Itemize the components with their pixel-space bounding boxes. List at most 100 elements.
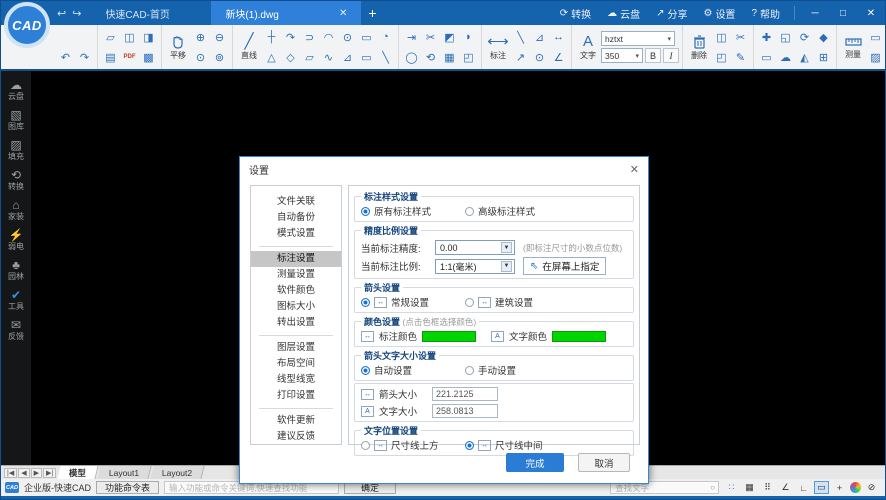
sidebar-item-home[interactable]: ⌂家装 <box>1 197 31 224</box>
dynamic-input-icon[interactable]: ▭ <box>814 481 829 494</box>
scale-select[interactable]: 1:1(毫米) ▼ <box>435 259 515 274</box>
draw-icon-0-5[interactable]: ▭ <box>357 27 376 47</box>
dialog-menu-item[interactable]: 自动备份 <box>251 210 341 226</box>
transform-icon-1-1[interactable]: ☁ <box>776 47 795 67</box>
layout-nav-1[interactable]: ◀ <box>18 468 29 478</box>
radio-advanced-style[interactable]: 高级标注样式 <box>465 204 569 218</box>
measure-icon-1-0[interactable]: ▨ <box>866 47 885 67</box>
draw-icon-1-6[interactable]: ╲ <box>376 47 395 67</box>
sidebar-item-cloud[interactable]: ☁云盘 <box>1 77 31 104</box>
layout-tab-Layout1[interactable]: Layout1 <box>98 466 152 479</box>
color-wheel-icon[interactable]: ◉ <box>850 482 861 493</box>
radio-normal-arrow[interactable]: ↔ 常规设置 <box>361 295 465 309</box>
draw-icon-1-4[interactable]: ⊿ <box>338 47 357 67</box>
file-icon-0-0[interactable]: ▱ <box>101 27 120 47</box>
sidebar-item-garden[interactable]: ♣园林 <box>1 257 31 284</box>
modify-icon-0-3[interactable]: ◗ <box>459 27 478 47</box>
layout-nav-0[interactable]: |◀ <box>4 468 17 478</box>
cancel-button[interactable]: 取消 <box>578 453 630 472</box>
modify-icon-0-0[interactable]: ⇥ <box>402 27 421 47</box>
transform-icon-0-2[interactable]: ⟳ <box>795 27 814 47</box>
pan-zoom-icon-1-1[interactable]: ⊚ <box>210 47 229 67</box>
dialog-menu-item[interactable]: 线型线宽 <box>251 372 341 388</box>
file-icon-0-1[interactable]: ◫ <box>120 27 139 47</box>
clipboard-icon-1-1[interactable]: ✎ <box>731 47 750 67</box>
clipboard-icon-0-0[interactable]: ◫ <box>712 27 731 47</box>
history-icon-1-0[interactable]: ↶ <box>56 47 75 67</box>
dimension-icon-1-2[interactable]: ∠ <box>549 47 568 67</box>
transform-icon-1-0[interactable]: ▭ <box>757 47 776 67</box>
dialog-menu-item[interactable]: 软件颜色 <box>251 283 341 299</box>
sidebar-item-gallery[interactable]: ▧图库 <box>1 107 31 134</box>
ortho-icon[interactable]: ∟ <box>796 481 811 494</box>
draw-icon-0-4[interactable]: ⊙ <box>338 27 357 47</box>
pan-zoom-icon-1-0[interactable]: ⊙ <box>191 47 210 67</box>
transform-icon-0-1[interactable]: ◱ <box>776 27 795 47</box>
dot-grid-icon[interactable]: ⠿ <box>760 481 775 494</box>
arrow-size-input[interactable] <box>432 387 498 401</box>
caret-down-icon[interactable]: ▼ <box>501 261 512 272</box>
back-icon[interactable]: ↩ <box>57 7 66 20</box>
sidebar-item-electric[interactable]: ⚡弱电 <box>1 227 31 254</box>
file-icon-0-2[interactable]: ◨ <box>139 27 158 47</box>
text-size-input[interactable] <box>432 404 498 418</box>
radio-text-above-line[interactable]: ↔ 尺寸线上方 <box>361 438 465 452</box>
transform-icon-0-3[interactable]: ◆ <box>814 27 833 47</box>
draw-icon-1-3[interactable]: ∿ <box>319 47 338 67</box>
dimension-big[interactable]: ⟷标注 <box>485 34 511 60</box>
title-tab-1[interactable]: 新块(1).dwg✕ <box>211 1 361 25</box>
titlebar-share-button[interactable]: ↗分享 <box>648 1 695 25</box>
command-list-button[interactable]: 功能命令表 <box>96 481 159 494</box>
dialog-menu-item[interactable]: 模式设置 <box>251 226 341 242</box>
history-icon-1-1[interactable]: ↷ <box>75 47 94 67</box>
modify-icon-0-2[interactable]: ◩ <box>440 27 459 47</box>
draw-icon-0-0[interactable]: ┼ <box>262 27 281 47</box>
object-snap-icon[interactable]: ∷ <box>724 481 739 494</box>
titlebar-help-button[interactable]: ?帮助 <box>743 1 788 25</box>
pick-on-screen-button[interactable]: ⇖ 在屏幕上指定 <box>523 257 606 275</box>
draw-icon-1-1[interactable]: ◇ <box>281 47 300 67</box>
pan-zoom-icon-0-1[interactable]: ⊖ <box>210 27 229 47</box>
grid-icon[interactable]: ▦ <box>742 481 757 494</box>
draw-icon-0-1[interactable]: ↷ <box>281 27 300 47</box>
draw-icon-1-0[interactable]: △ <box>262 47 281 67</box>
draw-icon-0-3[interactable]: ◠ <box>319 27 338 47</box>
dimension-icon-1-1[interactable]: ⊙ <box>530 47 549 67</box>
dialog-menu-item[interactable]: 图标大小 <box>251 299 341 315</box>
dimension-icon-0-2[interactable]: ↔ <box>549 27 568 47</box>
modify-icon-1-3[interactable]: ◰ <box>459 47 478 67</box>
italic-button[interactable]: I <box>663 48 679 63</box>
layout-nav-3[interactable]: ▶| <box>43 468 56 478</box>
layout-tab-模型[interactable]: 模型 <box>58 466 99 479</box>
dialog-menu-item[interactable]: 文件关联 <box>251 194 341 210</box>
measure-icon-0-0[interactable]: ▭ <box>866 27 885 47</box>
dialog-menu-item[interactable]: 测量设置 <box>251 267 341 283</box>
close-button[interactable]: ✕ <box>857 1 885 25</box>
polar-tracking-icon[interactable]: ∠ <box>778 481 793 494</box>
clipboard-big[interactable]: 删除 <box>686 34 712 60</box>
modify-icon-1-2[interactable]: ▦ <box>440 47 459 67</box>
file-icon-1-2[interactable]: ▩ <box>139 47 158 67</box>
modify-icon-1-1[interactable]: ⟲ <box>421 47 440 67</box>
text-color-swatch[interactable] <box>552 331 606 342</box>
sidebar-item-feedback[interactable]: ✉反馈 <box>1 317 31 344</box>
draw-big[interactable]: ╱直线 <box>236 34 262 60</box>
layout-tab-Layout2[interactable]: Layout2 <box>151 466 205 479</box>
dialog-menu-item[interactable]: 布局空间 <box>251 356 341 372</box>
titlebar-convert-button[interactable]: ⟳转换 <box>552 1 599 25</box>
radio-auto-size[interactable]: 自动设置 <box>361 363 465 377</box>
radio-architectural-arrow[interactable]: ↔ 建筑设置 <box>465 295 569 309</box>
sidebar-item-tools[interactable]: ✔工具 <box>1 287 31 314</box>
clipboard-icon-0-1[interactable]: ✂ <box>731 27 750 47</box>
transform-icon-0-0[interactable]: ✚ <box>757 27 776 47</box>
file-icon-1-1[interactable]: PDF <box>120 47 139 67</box>
link-icon[interactable]: ⊘ <box>864 481 879 494</box>
dimension-icon-0-1[interactable]: ⊿ <box>530 27 549 47</box>
clipboard-icon-1-0[interactable]: ◰ <box>712 47 731 67</box>
font-select[interactable]: hztxt▾ <box>601 31 675 46</box>
font-size-select[interactable]: 350▾ <box>601 48 643 63</box>
dialog-menu-item[interactable]: 标注设置 <box>251 251 341 267</box>
search-icon[interactable]: ○ <box>707 483 718 492</box>
maximize-button[interactable]: □ <box>829 1 857 25</box>
transform-icon-1-3[interactable]: ⊞ <box>814 47 833 67</box>
